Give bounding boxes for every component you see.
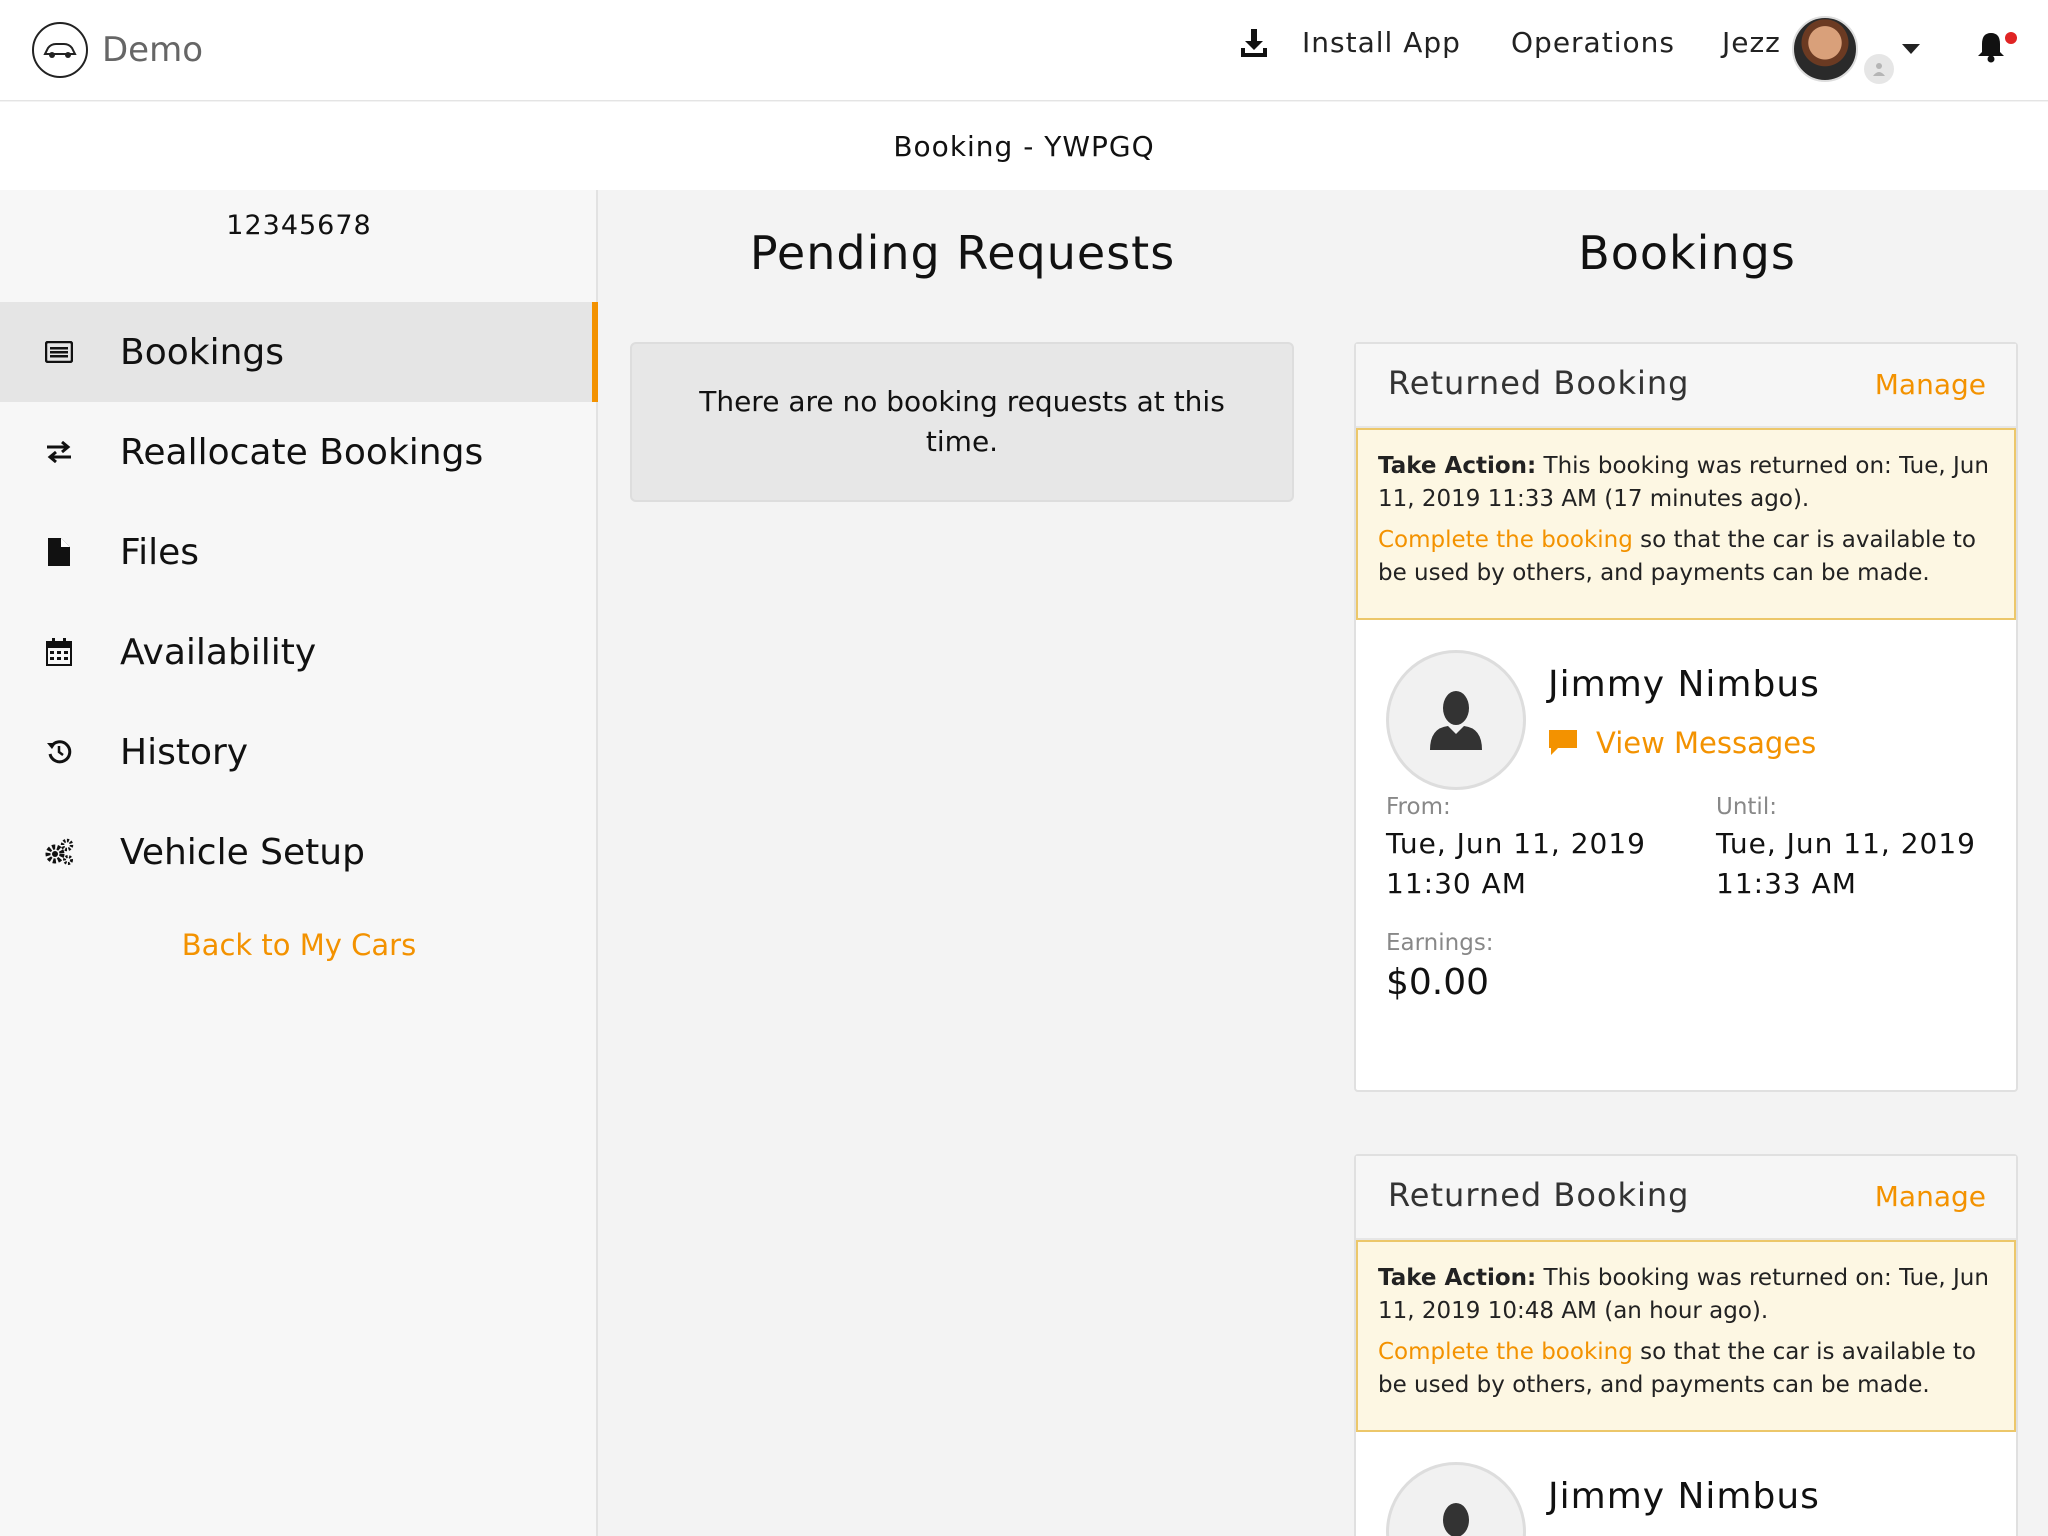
sidebar-item-reallocate-bookings[interactable]: Reallocate Bookings (0, 402, 598, 502)
history-icon (44, 737, 74, 767)
booking-details: From: Tue, Jun 11, 2019 11:30 AM Until: … (1356, 790, 2016, 1090)
notification-dot (2005, 32, 2017, 44)
gears-icon (44, 837, 74, 867)
alert-label: Take Action: (1378, 453, 1537, 479)
install-app-label: Install App (1302, 26, 1461, 59)
booking-status: Returned Booking (1388, 364, 1690, 402)
top-navbar: Demo Install App Operations Jezz (0, 0, 2048, 101)
booking-card-header: Returned Booking Manage (1356, 344, 2016, 428)
sidebar: 12345678 Bookings Reallocate Bookings Fi… (0, 190, 598, 1536)
complete-booking-link[interactable]: Complete the booking (1378, 1339, 1633, 1365)
operations-link[interactable]: Operations (1511, 26, 1675, 59)
take-action-alert: Take Action: This booking was returned o… (1356, 1240, 2016, 1432)
sidebar-item-label: History (120, 731, 249, 773)
complete-booking-link[interactable]: Complete the booking (1378, 527, 1633, 553)
sidebar-item-vehicle-setup[interactable]: Vehicle Setup (0, 802, 598, 902)
sidebar-item-label: Availability (120, 631, 317, 673)
file-icon (44, 537, 74, 567)
sidebar-menu: Bookings Reallocate Bookings Files Avail… (0, 302, 598, 902)
install-app-link[interactable]: Install App (1238, 26, 1461, 59)
sidebar-item-label: Bookings (120, 331, 285, 373)
sidebar-item-label: Vehicle Setup (120, 831, 365, 873)
sidebar-item-label: Reallocate Bookings (120, 431, 484, 473)
user-silhouette-icon (1386, 1462, 1526, 1536)
download-icon (1241, 28, 1267, 57)
sidebar-item-files[interactable]: Files (0, 502, 598, 602)
chevron-down-icon[interactable] (1902, 44, 1920, 54)
bookings-title: Bookings (1578, 226, 1796, 280)
renter-info: Jimmy Nimbus (1356, 1432, 2016, 1536)
manage-link[interactable]: Manage (1875, 368, 1986, 401)
renter-name: Jimmy Nimbus (1548, 664, 1820, 705)
from-label: From: (1386, 794, 1451, 820)
pending-requests-title: Pending Requests (749, 226, 1176, 280)
avatar[interactable] (1792, 16, 1858, 82)
take-action-alert: Take Action: This booking was returned o… (1356, 428, 2016, 620)
sidebar-item-availability[interactable]: Availability (0, 602, 598, 702)
until-date: Tue, Jun 11, 2019 (1716, 827, 1976, 860)
earnings-label: Earnings: (1386, 930, 1494, 956)
until-label: Until: (1716, 794, 1777, 820)
bell-icon[interactable] (1974, 30, 2008, 64)
brand-name: Demo (102, 30, 204, 70)
back-to-my-cars-link[interactable]: Back to My Cars (0, 928, 598, 962)
manage-link[interactable]: Manage (1875, 1180, 1986, 1213)
brand[interactable]: Demo (32, 22, 203, 78)
swap-icon (44, 437, 74, 467)
booking-status: Returned Booking (1388, 1176, 1690, 1214)
renter-name: Jimmy Nimbus (1548, 1476, 1820, 1517)
page-title-bar: Booking - YWPGQ (0, 102, 2048, 190)
user-menu[interactable]: Jezz (1722, 26, 1781, 59)
chat-bubble-icon (1549, 730, 1577, 755)
user-badge-icon (1864, 54, 1894, 84)
booking-card: Returned Booking Manage Take Action: Thi… (1354, 342, 2018, 1092)
earnings-value: $0.00 (1386, 962, 1490, 1003)
calendar-icon (44, 637, 74, 667)
list-icon (44, 337, 74, 367)
alert-label: Take Action: (1378, 1265, 1537, 1291)
view-messages-label: View Messages (1596, 726, 1817, 760)
operations-label: Operations (1511, 26, 1675, 59)
vehicle-plate: 12345678 (226, 210, 372, 241)
car-logo-icon (32, 22, 88, 78)
from-date: Tue, Jun 11, 2019 (1386, 827, 1646, 860)
sidebar-item-label: Files (120, 531, 199, 573)
from-time: 11:30 AM (1386, 867, 1527, 900)
pending-empty-state: There are no booking requests at this ti… (630, 342, 1294, 502)
user-silhouette-icon (1386, 650, 1526, 790)
renter-info: Jimmy Nimbus View Messages (1356, 620, 2016, 790)
booking-card: Returned Booking Manage Take Action: Thi… (1354, 1154, 2018, 1536)
sidebar-item-history[interactable]: History (0, 702, 598, 802)
view-messages-link[interactable]: View Messages (1548, 726, 1816, 760)
user-name: Jezz (1722, 26, 1781, 59)
until-time: 11:33 AM (1716, 867, 1857, 900)
pending-empty-text: There are no booking requests at this ti… (699, 385, 1225, 458)
sidebar-item-bookings[interactable]: Bookings (0, 302, 598, 402)
page-title: Booking - YWPGQ (893, 129, 1155, 163)
booking-card-header: Returned Booking Manage (1356, 1156, 2016, 1240)
